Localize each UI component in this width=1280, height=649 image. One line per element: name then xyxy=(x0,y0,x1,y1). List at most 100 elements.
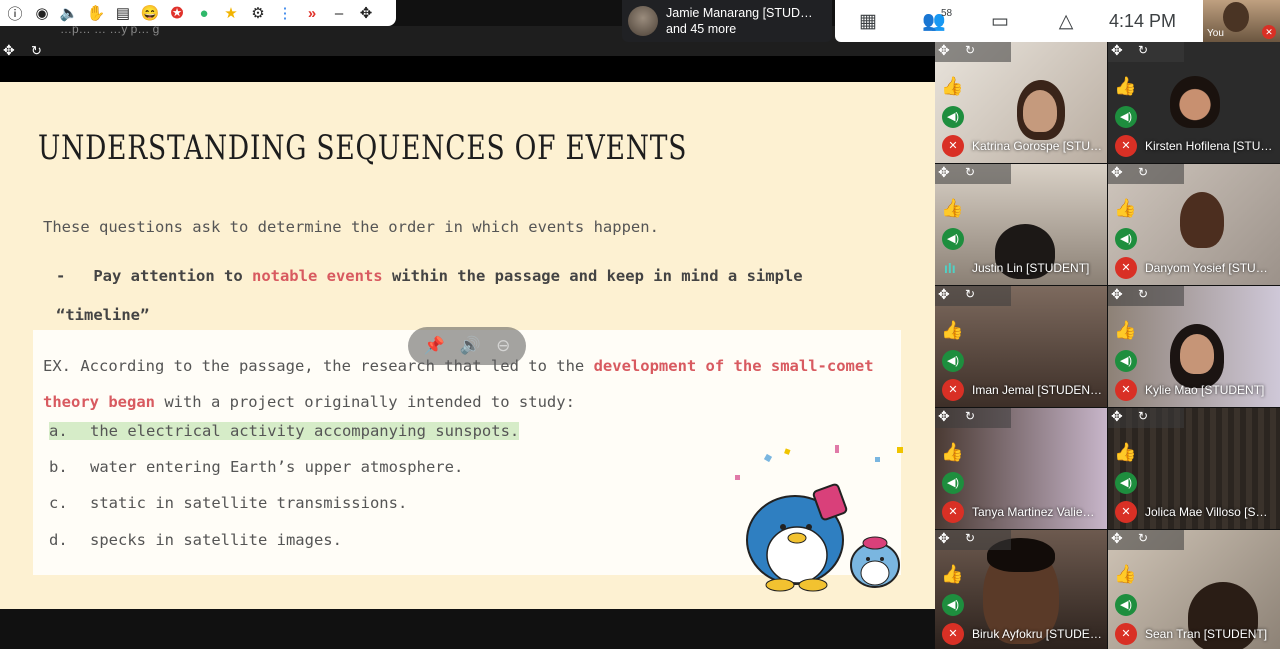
meet-window: ⓘ ◉ 🔈 ✋ ▤ 😄 ✪ ● ★ ⚙ ⋮ » – ✥ …p… … …y p… … xyxy=(0,0,1280,649)
slide-title: UNDERSTANDING SEQUENCES OF EVENTS xyxy=(38,128,688,168)
shapes-icon: △ xyxy=(1058,10,1074,32)
thumbs-up-icon: 👍 xyxy=(941,198,964,218)
grid-icon: ▦ xyxy=(859,10,877,32)
minimize-icon[interactable]: – xyxy=(328,2,350,24)
mic-off-icon: ✕ xyxy=(1115,623,1137,645)
thumbs-up-icon: 👍 xyxy=(941,564,964,584)
remove-icon[interactable]: ⊖ xyxy=(496,336,510,356)
clipboard-icon[interactable]: ▤ xyxy=(112,2,134,24)
chip-line2: and 45 more xyxy=(666,22,737,36)
option-b: b. water entering Earth’s upper atmospher… xyxy=(49,458,463,476)
activities-button[interactable]: △ xyxy=(1033,0,1099,42)
speaker-icon: ◀) xyxy=(1115,228,1137,250)
participant-grid: ✥ ↻ 👍 ◀) ✕ Katrina Gorospe [STU… ✥ ↻ 👍 ◀) … xyxy=(935,42,1280,649)
move-icon[interactable]: ✥ xyxy=(1111,408,1123,425)
people-count: 58 xyxy=(941,8,953,19)
people-button[interactable]: 👥 58 xyxy=(901,0,967,42)
info-icon[interactable]: ⓘ xyxy=(4,2,26,24)
participant-tile[interactable]: ✥ ↻ 👍 ◀) ✕ Iman Jemal [STUDEN… xyxy=(935,286,1107,407)
hand-icon[interactable]: ✋ xyxy=(85,2,107,24)
emoji-icon[interactable]: 😄 xyxy=(139,2,161,24)
chat-icon: ▭ xyxy=(991,10,1009,32)
speaker-icon: ◀) xyxy=(942,594,964,616)
participant-name: Katrina Gorospe [STU… xyxy=(972,139,1103,153)
eye-icon[interactable]: ◉ xyxy=(31,2,53,24)
participant-name: Kirsten Hofilena [STU… xyxy=(1145,139,1273,153)
clock: 4:14 PM xyxy=(1109,10,1177,31)
mic-off-icon: ✕ xyxy=(1115,379,1137,401)
participant-tile[interactable]: ✥ ↻ 👍 ◀) ✕ Sean Tran [STUDENT] xyxy=(1108,530,1280,649)
pin-icon[interactable]: 📌 xyxy=(424,336,445,356)
refresh-icon[interactable]: ↻ xyxy=(965,531,975,545)
star-icon[interactable]: ★ xyxy=(220,2,242,24)
self-view[interactable]: You ✕ xyxy=(1203,0,1280,42)
gear-icon[interactable]: ⚙ xyxy=(247,2,269,24)
volume-icon[interactable]: 🔊 xyxy=(460,336,481,356)
move-icon[interactable]: ✥ xyxy=(938,530,950,547)
move-icon[interactable]: ✥ xyxy=(355,2,377,24)
refresh-icon[interactable]: ↻ xyxy=(1138,531,1148,545)
participant-name: Sean Tran [STUDENT] xyxy=(1145,627,1268,641)
more-icon[interactable]: ⋮ xyxy=(274,2,296,24)
refresh-icon[interactable]: ↻ xyxy=(1138,43,1148,57)
mic-off-icon: ✕ xyxy=(942,135,964,157)
badge-icon[interactable]: ✪ xyxy=(166,2,188,24)
option-letter: d. xyxy=(49,531,68,549)
move-icon[interactable]: ✥ xyxy=(1111,286,1123,303)
refresh-icon[interactable]: ↻ xyxy=(1138,409,1148,423)
move-icon[interactable]: ✥ xyxy=(938,164,950,181)
chat-icon[interactable]: ● xyxy=(193,2,215,24)
refresh-icon[interactable]: ↻ xyxy=(965,287,975,301)
thumbs-up-icon: 👍 xyxy=(1114,442,1137,462)
move-icon[interactable]: ✥ xyxy=(938,408,950,425)
option-a: a. the electrical activity accompanying s… xyxy=(49,422,520,440)
tile-overlay-controls: 📌 🔊 ⊖ xyxy=(408,327,526,365)
option-text: static in satellite transmissions. xyxy=(90,494,408,512)
bullet-highlight: notable events xyxy=(251,267,383,285)
chip-line1: Jamie Manarang [STUD… xyxy=(666,6,813,20)
mic-off-icon: ✕ xyxy=(942,623,964,645)
speaker-icon: ◀) xyxy=(942,106,964,128)
participant-tile[interactable]: ✥ ↻ 👍 ◀) ✕ Danyom Yosief [STU… xyxy=(1108,164,1280,285)
bullet-pre: Pay attention to xyxy=(93,267,252,285)
mic-off-icon: ✕ xyxy=(1115,135,1137,157)
participant-tile[interactable]: ✥ ↻ 👍 ◀) ✕ Jolica Mae Villoso [S… xyxy=(1108,408,1280,529)
participant-tile[interactable]: ✥ ↻ 👍 ◀) ✕ Tanya Martinez Valie… xyxy=(935,408,1107,529)
participant-name: Justin Lin [STUDENT] xyxy=(972,261,1090,275)
move-icon[interactable]: ✥ xyxy=(1111,530,1123,547)
refresh-icon[interactable]: ↻ xyxy=(1138,165,1148,179)
option-text: specks in satellite images. xyxy=(90,531,342,549)
mic-off-icon: ✕ xyxy=(942,379,964,401)
participant-tile[interactable]: ✥ ↻ 👍 ◀) ✕ Biruk Ayfokru [STUDE… xyxy=(935,530,1107,649)
thumbs-up-icon: 👍 xyxy=(941,442,964,462)
move-icon[interactable]: ✥ xyxy=(1111,164,1123,181)
speaker-icon[interactable]: 🔈 xyxy=(58,2,80,24)
thumbs-up-icon: 👍 xyxy=(1114,320,1137,340)
mic-off-icon: ✕ xyxy=(1115,257,1137,279)
refresh-icon[interactable]: ↻ xyxy=(965,165,975,179)
participant-tile[interactable]: ✥ ↻ 👍 ◀) ✕ Kylie Mao [STUDENT] xyxy=(1108,286,1280,407)
chat-button[interactable]: ▭ xyxy=(967,0,1033,42)
option-d: d. specks in satellite images. xyxy=(49,531,342,549)
option-letter: c. xyxy=(49,494,68,512)
speaker-icon: ◀) xyxy=(942,472,964,494)
mic-off-icon: ✕ xyxy=(1262,25,1276,39)
refresh-icon[interactable]: ↻ xyxy=(1138,287,1148,301)
move-icon[interactable]: ✥ xyxy=(938,286,950,303)
participant-tile[interactable]: ✥ ↻ 👍 ◀) ✕ Katrina Gorospe [STU… xyxy=(935,42,1107,163)
speaker-icon: ◀) xyxy=(1115,594,1137,616)
question-post: with a project originally intended to st… xyxy=(154,393,575,411)
double-chevron-icon[interactable]: » xyxy=(301,2,323,24)
participants-chip[interactable]: Jamie Manarang [STUD… and 45 more xyxy=(622,0,832,42)
participant-name: Jolica Mae Villoso [S… xyxy=(1145,505,1268,519)
speaker-icon: ◀) xyxy=(1115,106,1137,128)
participant-tile[interactable]: ✥ ↻ 👍 ◀) ✕ Kirsten Hofilena [STU… xyxy=(1108,42,1280,163)
participant-tile[interactable]: ✥ ↻ 👍 ◀) ılı Justin Lin [STUDENT] xyxy=(935,164,1107,285)
move-icon[interactable]: ✥ xyxy=(938,42,950,59)
bullet-dash: - xyxy=(56,267,66,285)
layout-button[interactable]: ▦ xyxy=(835,0,901,42)
refresh-icon[interactable]: ↻ xyxy=(965,43,975,57)
refresh-icon[interactable]: ↻ xyxy=(965,409,975,423)
presentation-bottom-strip xyxy=(0,609,935,649)
move-icon[interactable]: ✥ xyxy=(1111,42,1123,59)
